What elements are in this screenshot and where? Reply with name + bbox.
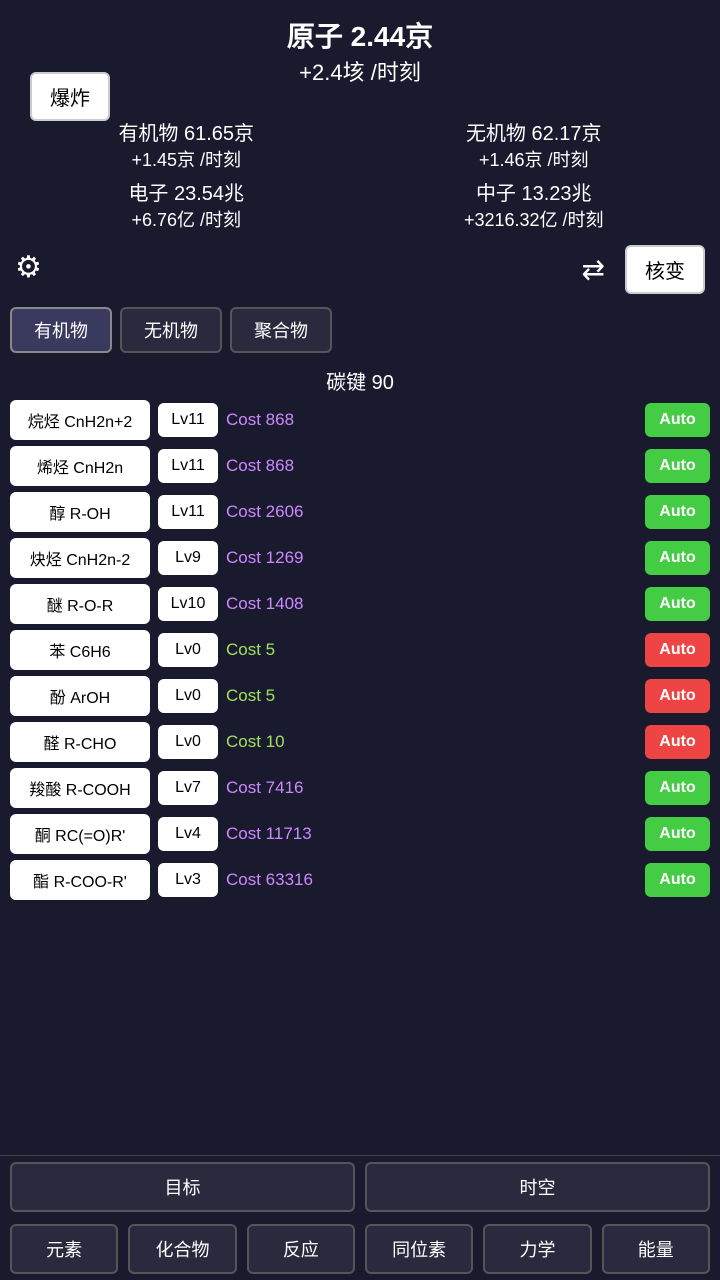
- compound-list: 烷烃 CnH2n+2Lv11Cost 868Auto烯烃 CnH2nLv11Co…: [0, 400, 720, 900]
- cost-label: Cost 1269: [226, 548, 637, 568]
- compound-name[interactable]: 酯 R-COO-R': [10, 860, 150, 900]
- level-badge: Lv3: [158, 863, 218, 897]
- cost-label: Cost 63316: [226, 870, 637, 890]
- organic-rate: +1.45京 /时刻: [15, 146, 358, 172]
- compound-row: 酮 RC(=O)R'Lv4 Cost 11713 Auto: [10, 814, 710, 854]
- auto-button[interactable]: Auto: [645, 679, 710, 713]
- compound-name[interactable]: 羧酸 R-COOH: [10, 768, 150, 808]
- compound-name[interactable]: 烯烃 CnH2n: [10, 446, 150, 486]
- nav-button-力学[interactable]: 力学: [483, 1224, 591, 1274]
- auto-button[interactable]: Auto: [645, 449, 710, 483]
- auto-button[interactable]: Auto: [645, 587, 710, 621]
- bottom-nav: 目标时空 元素化合物反应同位素力学能量: [0, 1155, 720, 1280]
- electron-count: 电子 23.54兆: [15, 177, 358, 206]
- stats-grid: 有机物 61.65京 +1.45京 /时刻 无机物 62.17京 +1.46京 …: [0, 112, 720, 237]
- cost-label: Cost 868: [226, 410, 637, 430]
- nav-button-同位素[interactable]: 同位素: [365, 1224, 473, 1274]
- neutron-count: 中子 13.23兆: [363, 177, 706, 206]
- tab-row: 有机物 无机物 聚合物: [0, 302, 720, 358]
- compound-row: 烷烃 CnH2n+2Lv11 Cost 868 Auto: [10, 400, 710, 440]
- compound-name[interactable]: 烷烃 CnH2n+2: [10, 400, 150, 440]
- electron-rate: +6.76亿 /时刻: [15, 206, 358, 232]
- nav-button-化合物[interactable]: 化合物: [128, 1224, 236, 1274]
- compound-row: 醛 R-CHOLv0 Cost 10 Auto: [10, 722, 710, 762]
- nav-button-时空[interactable]: 时空: [365, 1162, 710, 1212]
- auto-button[interactable]: Auto: [645, 495, 710, 529]
- auto-button[interactable]: Auto: [645, 817, 710, 851]
- nav-button-能量[interactable]: 能量: [602, 1224, 710, 1274]
- auto-button[interactable]: Auto: [645, 541, 710, 575]
- tab-inorganic[interactable]: 无机物: [120, 307, 222, 353]
- atom-rate: +2.4垓 /时刻: [20, 55, 700, 87]
- compound-name[interactable]: 苯 C6H6: [10, 630, 150, 670]
- nav-button-反应[interactable]: 反应: [247, 1224, 355, 1274]
- compound-row: 醇 R-OHLv11 Cost 2606 Auto: [10, 492, 710, 532]
- compound-name[interactable]: 酚 ArOH: [10, 676, 150, 716]
- auto-button[interactable]: Auto: [645, 771, 710, 805]
- cost-label: Cost 10: [226, 732, 637, 752]
- nav-button-元素[interactable]: 元素: [10, 1224, 118, 1274]
- auto-button[interactable]: Auto: [645, 725, 710, 759]
- neutron-rate: +3216.32亿 /时刻: [363, 206, 706, 232]
- compound-name[interactable]: 醇 R-OH: [10, 492, 150, 532]
- level-badge: Lv11: [158, 449, 218, 483]
- level-badge: Lv0: [158, 679, 218, 713]
- level-badge: Lv11: [158, 403, 218, 437]
- compound-row: 羧酸 R-COOHLv7 Cost 7416 Auto: [10, 768, 710, 808]
- compound-row: 酯 R-COO-R'Lv3 Cost 63316 Auto: [10, 860, 710, 900]
- auto-button[interactable]: Auto: [645, 633, 710, 667]
- cost-label: Cost 7416: [226, 778, 637, 798]
- level-badge: Lv9: [158, 541, 218, 575]
- nuclear-button[interactable]: 核变: [625, 245, 705, 294]
- cost-label: Cost 11713: [226, 824, 637, 844]
- compound-row: 酚 ArOHLv0 Cost 5 Auto: [10, 676, 710, 716]
- gear-icon[interactable]: ⚙: [15, 250, 55, 290]
- shuffle-icon[interactable]: ⇄: [582, 253, 605, 286]
- compound-row: 苯 C6H6Lv0 Cost 5 Auto: [10, 630, 710, 670]
- level-badge: Lv0: [158, 725, 218, 759]
- compound-name[interactable]: 醛 R-CHO: [10, 722, 150, 762]
- organic-count: 有机物 61.65京: [15, 117, 358, 146]
- level-badge: Lv10: [158, 587, 218, 621]
- level-badge: Lv4: [158, 817, 218, 851]
- carbon-header: 碳键 90: [0, 358, 720, 400]
- tab-organic[interactable]: 有机物: [10, 307, 112, 353]
- compound-name[interactable]: 炔烃 CnH2n-2: [10, 538, 150, 578]
- compound-name[interactable]: 醚 R-O-R: [10, 584, 150, 624]
- compound-row: 炔烃 CnH2n-2Lv9 Cost 1269 Auto: [10, 538, 710, 578]
- level-badge: Lv11: [158, 495, 218, 529]
- inorganic-count: 无机物 62.17京: [363, 117, 706, 146]
- compound-name[interactable]: 酮 RC(=O)R': [10, 814, 150, 854]
- compound-row: 烯烃 CnH2nLv11 Cost 868 Auto: [10, 446, 710, 486]
- cost-label: Cost 2606: [226, 502, 637, 522]
- level-badge: Lv0: [158, 633, 218, 667]
- auto-button[interactable]: Auto: [645, 863, 710, 897]
- atom-count: 原子 2.44京: [20, 15, 700, 55]
- cost-label: Cost 1408: [226, 594, 637, 614]
- level-badge: Lv7: [158, 771, 218, 805]
- cost-label: Cost 868: [226, 456, 637, 476]
- inorganic-rate: +1.46京 /时刻: [363, 146, 706, 172]
- compound-row: 醚 R-O-RLv10 Cost 1408 Auto: [10, 584, 710, 624]
- auto-button[interactable]: Auto: [645, 403, 710, 437]
- nav-button-目标[interactable]: 目标: [10, 1162, 355, 1212]
- explode-button[interactable]: 爆炸: [30, 72, 110, 121]
- cost-label: Cost 5: [226, 640, 637, 660]
- cost-label: Cost 5: [226, 686, 637, 706]
- tab-polymer[interactable]: 聚合物: [230, 307, 332, 353]
